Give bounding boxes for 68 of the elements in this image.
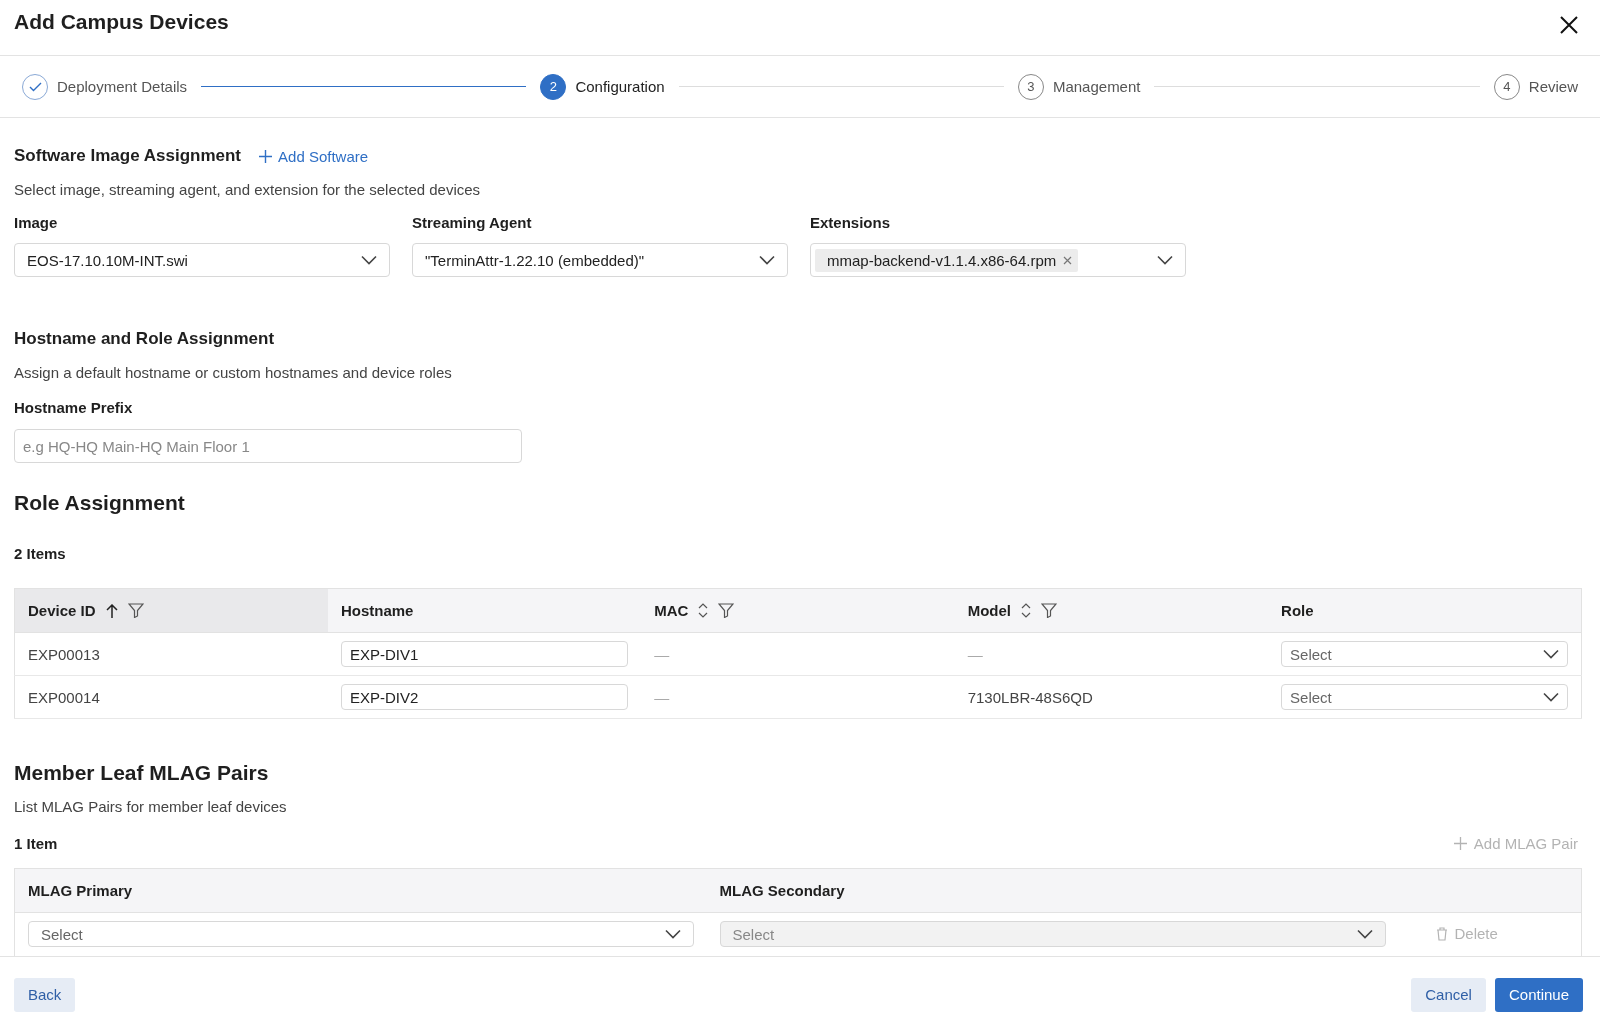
chevron-down-icon	[1157, 255, 1173, 265]
plus-icon	[1453, 837, 1467, 850]
section-title: Hostname and Role Assignment	[14, 329, 276, 349]
step-label[interactable]: Management	[1052, 78, 1141, 95]
table-cell: 7130LBR-48S6QD	[967, 688, 1093, 706]
section-description: Assign a default hostname or custom hostnames and device roles	[14, 364, 453, 381]
column-title: Role	[1281, 602, 1314, 619]
plus-icon	[259, 149, 273, 163]
field-label: Extensions	[810, 214, 892, 231]
step-number: 2	[540, 73, 567, 100]
section-description: Select image, streaming agent, and extension for the selected devices	[14, 181, 482, 198]
column-title: MAC	[654, 602, 689, 619]
table-cell: EXP00013	[28, 645, 100, 663]
selected-tag: mmap-backend-v1.1.4.x86-64.rpm	[815, 248, 1079, 272]
dropdown-field[interactable]: EOS-17.10.10M-INT.swi	[14, 243, 390, 277]
role-dropdown[interactable]: Select	[1281, 641, 1568, 667]
step-label[interactable]: Deployment Details	[57, 78, 188, 95]
chevron-down-icon	[1356, 929, 1373, 939]
filter-icon[interactable]	[127, 603, 144, 618]
chevron-down-icon	[1543, 649, 1559, 659]
hostname-prefix-field[interactable]: e.g HQ-HQ Main-HQ Main Floor 1	[14, 429, 522, 463]
column-title: Device ID	[28, 602, 96, 619]
table-cell: EXP00014	[28, 688, 100, 706]
sort-icon[interactable]	[1021, 603, 1031, 618]
chevron-down-icon	[759, 255, 775, 265]
sort-icon[interactable]	[698, 603, 709, 618]
column-title: Model	[967, 602, 1011, 619]
sort-ascending-icon[interactable]	[105, 603, 118, 618]
continue-button[interactable]: Continue	[1494, 977, 1583, 1012]
table-cell: —	[967, 645, 983, 663]
table-cell: —	[654, 688, 670, 706]
field-label: Hostname Prefix	[14, 399, 134, 416]
section-title: Software Image Assignment	[14, 146, 242, 166]
filter-icon[interactable]	[718, 603, 735, 618]
step-label[interactable]: Review	[1528, 78, 1578, 95]
step-label[interactable]: Configuration	[575, 78, 665, 95]
field-label: Image	[14, 214, 59, 231]
column-header[interactable]: Hostname	[327, 588, 642, 633]
dropdown-field[interactable]: mmap-backend-v1.1.4.x86-64.rpm	[810, 243, 1186, 277]
section-title: Role Assignment	[14, 491, 186, 515]
column-header[interactable]: MAC	[641, 588, 955, 633]
filter-icon[interactable]	[1041, 603, 1057, 618]
role-dropdown[interactable]: Select	[1281, 684, 1568, 710]
field-label: Streaming Agent	[412, 214, 533, 231]
hostname-field[interactable]: EXP-DIV1	[340, 641, 629, 667]
item-count: 1 Item	[14, 835, 58, 852]
chevron-down-icon	[361, 255, 377, 265]
hostname-field[interactable]: EXP-DIV2	[340, 684, 629, 710]
chevron-down-icon	[664, 929, 681, 939]
column-header[interactable]: Model	[954, 588, 1269, 633]
remove-icon[interactable]	[1063, 255, 1073, 265]
section-title: Member Leaf MLAG Pairs	[14, 761, 270, 785]
add-software-link[interactable]: Add Software	[259, 147, 369, 165]
table-cell: —	[654, 645, 670, 663]
mlag-dropdown[interactable]: Select	[28, 921, 694, 947]
column-header[interactable]: Role	[1268, 588, 1582, 633]
item-count: 2 Items	[14, 545, 67, 562]
back-button[interactable]: Back	[14, 977, 76, 1012]
dialog-title: Add Campus Devices	[14, 10, 229, 34]
column-header: MLAG Secondary	[706, 868, 1399, 913]
chevron-down-icon	[1543, 692, 1559, 702]
trash-icon	[1435, 926, 1448, 941]
cancel-button[interactable]: Cancel	[1411, 977, 1486, 1012]
column-header: MLAG Primary	[14, 868, 707, 913]
column-header[interactable]: Device ID	[14, 588, 328, 633]
dropdown-field[interactable]: "TerminAttr-1.22.10 (embedded)"	[412, 243, 788, 277]
section-description: List MLAG Pairs for member leaf devices	[14, 798, 288, 815]
column-title: Hostname	[340, 602, 414, 619]
